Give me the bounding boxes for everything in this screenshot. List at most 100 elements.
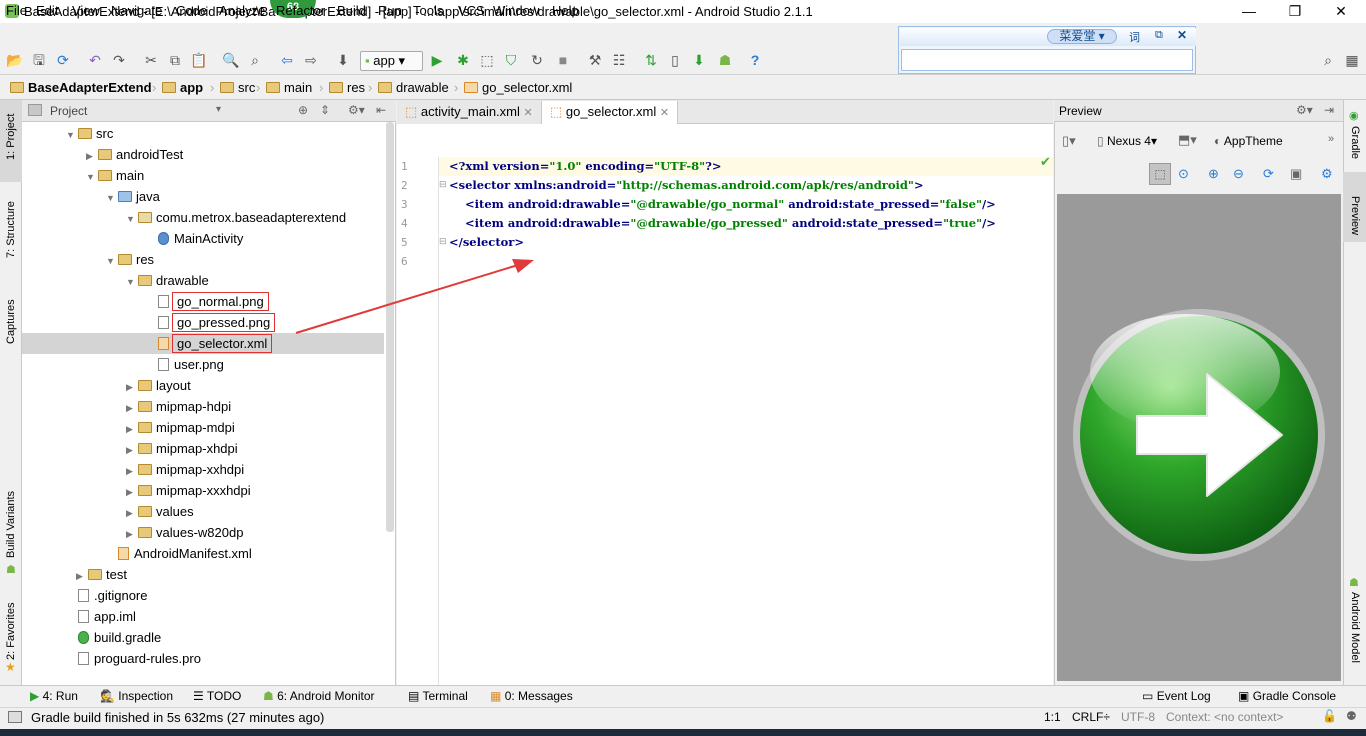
sync-icon[interactable]: ⟳ [54,51,72,69]
refresh-icon[interactable]: ⟳ [1263,166,1274,182]
ime-close-button[interactable]: ✕ [1177,28,1187,42]
gradle-console-tool-tab[interactable]: ▣ Gradle Console [1238,689,1336,703]
collapsed-arrow-icon[interactable]: ▶ [126,440,138,461]
breadcrumb-item[interactable]: go_selector.xml [464,80,572,95]
stop-icon[interactable]: ■ [554,51,572,69]
help-icon[interactable]: ? [746,51,764,69]
expanded-arrow-icon[interactable]: ▼ [86,167,98,188]
paste-icon[interactable]: 📋 [190,51,208,69]
breadcrumb-item[interactable]: drawable [378,80,449,95]
menu-file[interactable]: File [6,3,27,18]
zoom-actual-icon[interactable]: ⬚ [1149,163,1171,185]
collapsed-arrow-icon[interactable]: ▶ [126,461,138,482]
settings-icon[interactable]: ☷ [610,51,628,69]
expanded-arrow-icon[interactable]: ▼ [106,251,118,272]
scroll-from-source-icon[interactable]: ⊕ [298,103,308,117]
ime-name[interactable]: 菜爱堂 ▾ [1047,29,1117,44]
hide-panel-icon[interactable]: ⇥ [1324,103,1334,117]
project-structure-icon[interactable]: ⚒ [586,51,604,69]
event-log-tool-tab[interactable]: ▭ Event Log [1142,689,1211,703]
close-tab-icon[interactable]: ✕ [660,107,669,119]
menu-code[interactable]: Code [176,3,207,18]
gear-icon[interactable]: ⚙▾ [348,103,365,117]
undo-icon[interactable]: ↶ [86,51,104,69]
preview-settings-icon[interactable]: ⚙ [1321,166,1333,182]
tree-item[interactable]: build.gradle [22,627,384,648]
close-button[interactable]: ✕ [1318,0,1364,22]
find-icon[interactable]: 🔍 [222,51,240,69]
ime-input[interactable] [901,49,1193,71]
ime-dict-button[interactable]: 词 [1129,29,1140,45]
expanded-arrow-icon[interactable]: ▼ [106,188,118,209]
collapsed-arrow-icon[interactable]: ▶ [126,524,138,545]
collapsed-arrow-icon[interactable]: ▶ [126,482,138,503]
zoom-fit-icon[interactable]: ⊙ [1178,166,1189,182]
android-device-monitor-icon[interactable]: ☗ [716,51,734,69]
fold-icon[interactable]: ⊟ [439,179,447,190]
more-icon[interactable]: » [1328,133,1334,145]
menu-window[interactable]: Window [493,3,539,18]
line-separator[interactable]: CRLF÷ [1072,710,1110,724]
menu-vcs[interactable]: VCS [458,3,485,18]
todo-tool-tab[interactable]: ☰ TODO [193,689,241,703]
avd-manager-icon[interactable]: ▯ [666,51,684,69]
lock-icon[interactable]: 🔓 [1322,709,1337,723]
collapsed-arrow-icon[interactable]: ▶ [76,566,88,587]
tree-item[interactable]: ▶ mipmap-xxhdpi [22,459,384,480]
menu-navigate[interactable]: Navigate [111,3,162,18]
tree-item[interactable]: ▼ src [22,123,384,144]
copy-icon[interactable]: ⧉ [166,51,184,69]
restore-button[interactable]: ❐ [1272,0,1318,22]
tree-item[interactable]: ▶ androidTest [22,144,384,165]
android-model-tool-tab[interactable]: Android Model [1349,592,1361,663]
tree-item[interactable]: ▼ comu.metrox.baseadapterextend [22,207,384,228]
event-icon[interactable]: ▦ [1343,51,1361,69]
tree-item[interactable]: app.iml [22,606,384,627]
menu-refactor[interactable]: Refactor [276,3,325,18]
collapse-all-icon[interactable]: ⇕ [320,103,330,117]
tree-item[interactable]: ▶ test [22,564,384,585]
collapsed-arrow-icon[interactable]: ▶ [126,503,138,524]
camera-icon[interactable]: ▣ [1290,166,1302,182]
gradle-tool-tab[interactable]: Gradle [1349,126,1361,159]
caret-position[interactable]: 1:1 [1044,710,1061,724]
back-icon[interactable]: ⇦ [278,51,296,69]
attach-debugger-icon[interactable]: ⬚ [478,51,496,69]
breadcrumb-item[interactable]: app [162,80,203,95]
orientation-icon[interactable]: ⬒▾ [1178,132,1197,148]
ime-copy-button[interactable]: ⧉ [1155,29,1163,42]
tab-go-selector[interactable]: ⬚ go_selector.xml ✕ [542,101,679,125]
structure-tool-tab[interactable]: 7: Structure [5,201,17,258]
breadcrumb-item[interactable]: src [220,80,255,95]
coverage-icon[interactable]: ⛉ [502,51,520,69]
chevron-down-icon[interactable]: ▾ [216,104,221,115]
tree-item[interactable]: ▼ java [22,186,384,207]
run-icon[interactable]: ▶ [428,51,446,69]
menu-run[interactable]: Run [378,3,402,18]
zoom-in-icon[interactable]: ⊕ [1208,166,1219,182]
tree-item[interactable]: AndroidManifest.xml [22,543,384,564]
breadcrumb-item[interactable]: res [329,80,365,95]
open-folder-icon[interactable]: 📂 [6,51,24,69]
project-view-select[interactable]: Project [50,104,87,118]
breadcrumb-item[interactable]: main [266,80,312,95]
inspector-icon[interactable]: ⚉ [1346,709,1357,723]
zoom-out-icon[interactable]: ⊖ [1233,166,1244,182]
tree-item[interactable]: ▶ mipmap-hdpi [22,396,384,417]
tree-item[interactable]: ▶ values-w820dp [22,522,384,543]
menu-help[interactable]: Help [552,3,579,18]
tree-item[interactable]: .gitignore [22,585,384,606]
sdk-manager-icon[interactable]: ⬇ [690,51,708,69]
menu-tools[interactable]: Tools [413,3,443,18]
close-tab-icon[interactable]: ✕ [524,107,533,119]
tree-item[interactable]: ▶ layout [22,375,384,396]
run-config-select[interactable]: ▪ app ▾ [360,51,423,71]
search-everywhere-icon[interactable]: ⌕ [1319,51,1337,69]
run-tool-tab[interactable]: ▶ 4: Run [30,689,78,703]
file-encoding[interactable]: UTF-8 [1121,710,1155,724]
make-project-icon[interactable]: ⬇ [334,51,352,69]
menu-build[interactable]: Build [337,3,366,18]
minimize-button[interactable]: — [1226,0,1272,22]
tree-item[interactable]: ▼ main [22,165,384,186]
tree-item[interactable]: ▶ mipmap-xxxhdpi [22,480,384,501]
